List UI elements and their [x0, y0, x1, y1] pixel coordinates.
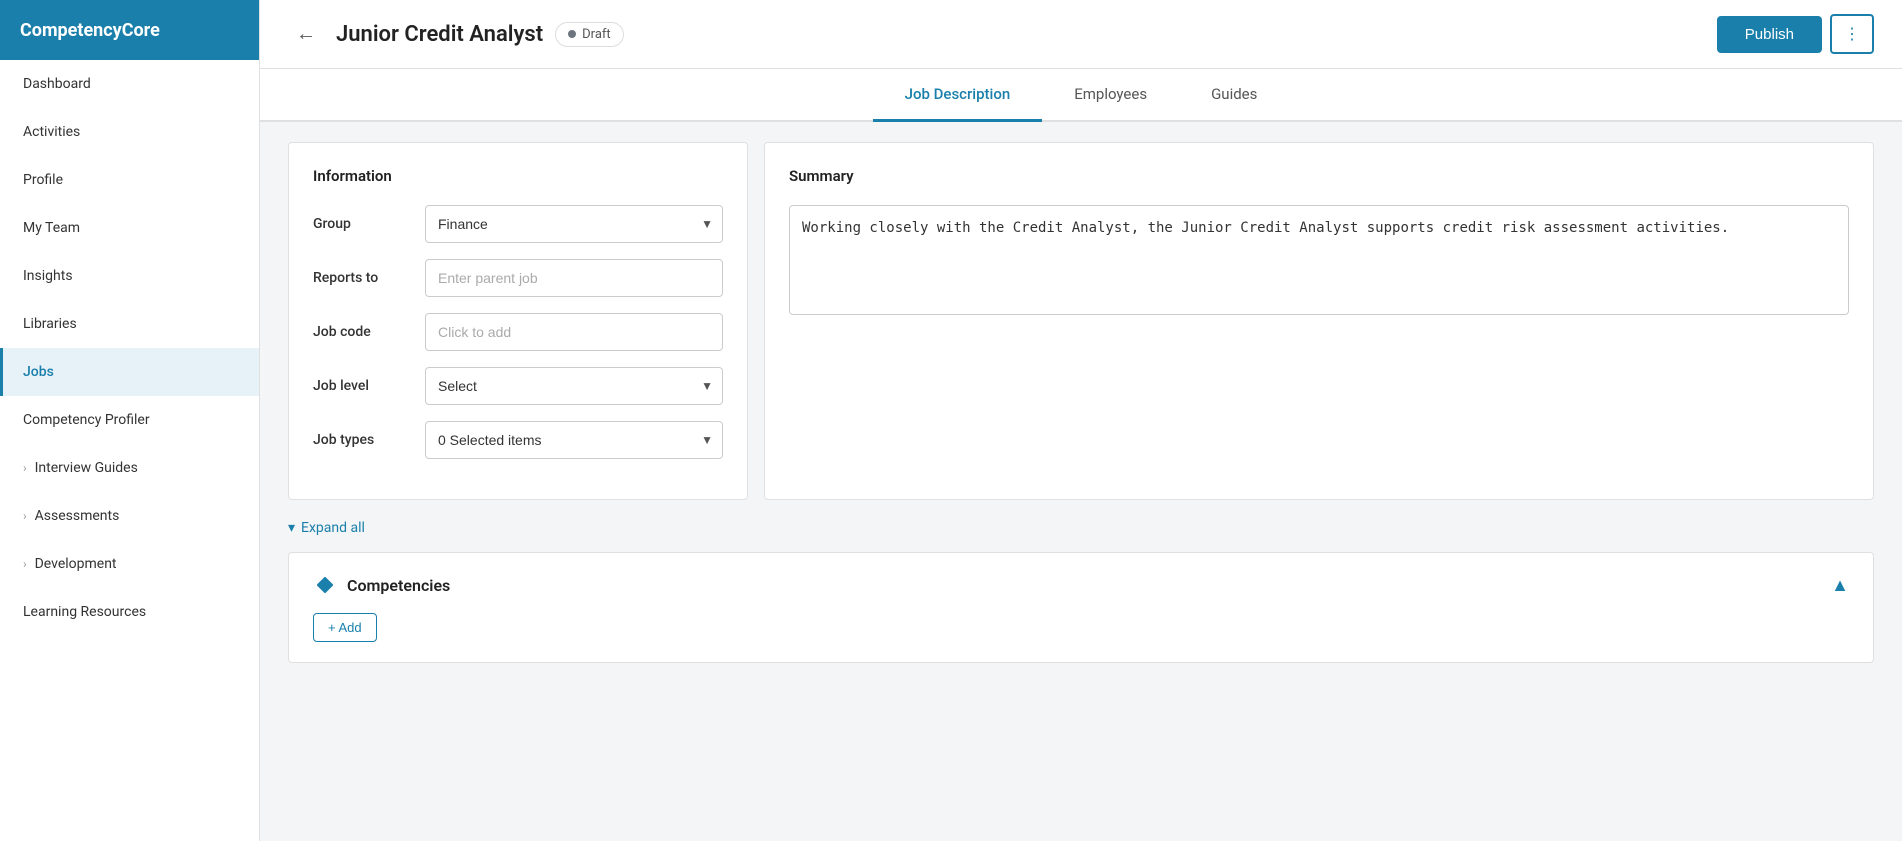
expand-all-label: Expand all — [301, 520, 365, 536]
sidebar-item-label: Insights — [23, 268, 73, 284]
status-dot — [568, 30, 576, 38]
chevron-down-icon: ▾ — [288, 520, 295, 536]
sidebar-item-label: Assessments — [35, 508, 120, 524]
section-title-row: Competencies — [313, 573, 450, 597]
job-types-field-row: Job types 0 Selected items Full-time Par… — [313, 421, 723, 459]
competencies-title: Competencies — [347, 576, 450, 595]
section-header: Competencies ▲ — [313, 573, 1849, 597]
sidebar-item-label: My Team — [23, 220, 80, 236]
sidebar-item-learning-resources[interactable]: Learning Resources — [0, 588, 259, 636]
chevron-icon: › — [23, 509, 27, 523]
reports-to-input[interactable] — [425, 259, 723, 297]
reports-to-label: Reports to — [313, 270, 413, 286]
summary-title: Summary — [789, 167, 1849, 185]
job-level-field-row: Job level Select Entry Mid Senior Lead M… — [313, 367, 723, 405]
app-name: CompetencyCore — [20, 20, 160, 41]
sidebar-item-activities[interactable]: Activities — [0, 108, 259, 156]
back-button[interactable]: ← — [288, 19, 324, 50]
sidebar-item-label: Jobs — [23, 364, 54, 380]
group-select-wrapper: Finance Engineering Marketing ▼ — [425, 205, 723, 243]
job-types-select-wrapper: 0 Selected items Full-time Part-time Con… — [425, 421, 723, 459]
job-types-label: Job types — [313, 432, 413, 448]
sidebar-item-label: Dashboard — [23, 76, 91, 92]
more-icon: ⋮ — [1844, 24, 1860, 44]
sidebar-item-label: Libraries — [23, 316, 77, 332]
page-header: ← Junior Credit Analyst Draft Publish ⋮ — [260, 0, 1902, 69]
sidebar-item-competency-profiler[interactable]: Competency Profiler — [0, 396, 259, 444]
tabs-bar: Job Description Employees Guides — [260, 69, 1902, 122]
header-actions: Publish ⋮ — [1717, 14, 1874, 54]
sidebar-item-jobs[interactable]: Jobs — [0, 348, 259, 396]
publish-button[interactable]: Publish — [1717, 16, 1822, 53]
group-label: Group — [313, 216, 413, 232]
chevron-icon: › — [23, 557, 27, 571]
sidebar-item-label: Development — [35, 556, 117, 572]
more-options-button[interactable]: ⋮ — [1830, 14, 1874, 54]
sidebar: CompetencyCore Dashboard Activities Prof… — [0, 0, 260, 841]
page-title: Junior Credit Analyst — [336, 22, 543, 47]
sidebar-item-assessments[interactable]: › Assessments — [0, 492, 259, 540]
sidebar-item-my-team[interactable]: My Team — [0, 204, 259, 252]
group-field-row: Group Finance Engineering Marketing ▼ — [313, 205, 723, 243]
sidebar-nav: Dashboard Activities Profile My Team Ins… — [0, 60, 259, 841]
app-logo: CompetencyCore — [0, 0, 259, 60]
sidebar-item-development[interactable]: › Development — [0, 540, 259, 588]
competencies-icon — [313, 573, 337, 597]
summary-card: Summary Working closely with the Credit … — [764, 142, 1874, 500]
job-types-select[interactable]: 0 Selected items Full-time Part-time Con… — [425, 421, 723, 459]
add-competency-button[interactable]: + Add — [313, 613, 377, 642]
content-area: Information Group Finance Engineering Ma… — [260, 122, 1902, 841]
job-code-label: Job code — [313, 324, 413, 340]
top-row: Information Group Finance Engineering Ma… — [288, 142, 1874, 500]
job-level-label: Job level — [313, 378, 413, 394]
tab-employees[interactable]: Employees — [1042, 69, 1179, 122]
group-select[interactable]: Finance Engineering Marketing — [425, 205, 723, 243]
sidebar-item-label: Activities — [23, 124, 80, 140]
reports-to-field-row: Reports to — [313, 259, 723, 297]
job-level-select[interactable]: Select Entry Mid Senior Lead Manager — [425, 367, 723, 405]
information-card: Information Group Finance Engineering Ma… — [288, 142, 748, 500]
information-title: Information — [313, 167, 723, 185]
status-label: Draft — [582, 27, 611, 42]
sidebar-item-label: Learning Resources — [23, 604, 146, 620]
job-level-select-wrapper: Select Entry Mid Senior Lead Manager ▼ — [425, 367, 723, 405]
sidebar-item-libraries[interactable]: Libraries — [0, 300, 259, 348]
sidebar-item-profile[interactable]: Profile — [0, 156, 259, 204]
sidebar-item-interview-guides[interactable]: › Interview Guides — [0, 444, 259, 492]
job-code-input[interactable] — [425, 313, 723, 351]
competencies-section: Competencies ▲ + Add — [288, 552, 1874, 663]
sidebar-item-dashboard[interactable]: Dashboard — [0, 60, 259, 108]
job-code-field-row: Job code — [313, 313, 723, 351]
sidebar-item-label: Profile — [23, 172, 63, 188]
collapse-section-button[interactable]: ▲ — [1831, 575, 1849, 596]
sidebar-item-insights[interactable]: Insights — [0, 252, 259, 300]
main-content: ← Junior Credit Analyst Draft Publish ⋮ … — [260, 0, 1902, 841]
chevron-icon: › — [23, 461, 27, 475]
sidebar-item-label: Interview Guides — [35, 460, 138, 476]
tab-job-description[interactable]: Job Description — [873, 69, 1043, 122]
summary-textarea[interactable]: Working closely with the Credit Analyst,… — [789, 205, 1849, 315]
tab-guides[interactable]: Guides — [1179, 69, 1289, 122]
sidebar-item-label: Competency Profiler — [23, 412, 150, 428]
expand-all-row[interactable]: ▾ Expand all — [288, 516, 1874, 540]
status-badge: Draft — [555, 22, 624, 47]
